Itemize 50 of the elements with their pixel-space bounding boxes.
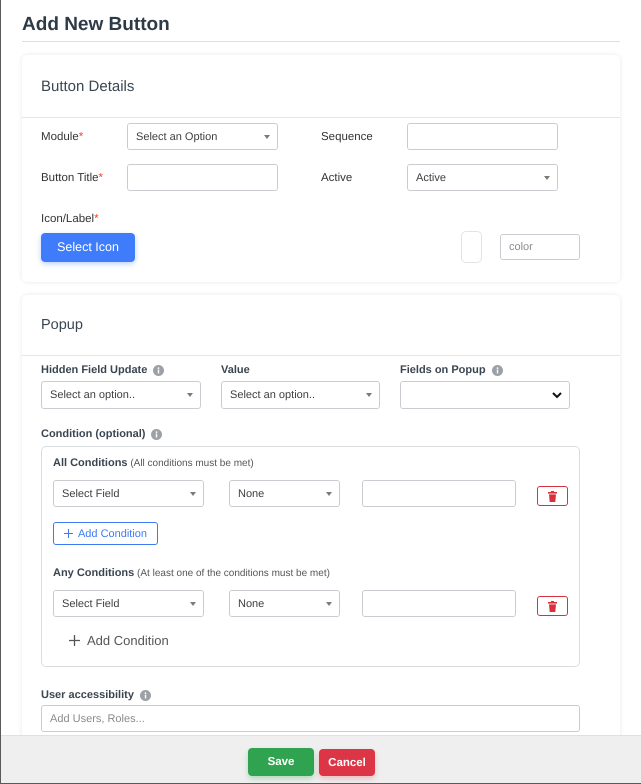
caret-down-icon	[326, 602, 332, 606]
plus-icon	[64, 529, 73, 538]
caret-down-icon	[264, 134, 270, 138]
input-field[interactable]: Add Users, Roles...	[41, 705, 580, 732]
color-input-field[interactable]: color	[500, 234, 580, 260]
cancel-button[interactable]: Cancel	[319, 749, 375, 776]
trash-icon	[548, 490, 557, 502]
caret-down-icon	[190, 602, 196, 606]
field-label: Active	[321, 170, 354, 184]
select-icon-button[interactable]: Select Icon	[41, 232, 135, 262]
card-title: Button Details	[41, 78, 134, 94]
add-condition-button[interactable]: Add Condition	[69, 630, 169, 650]
plus-icon	[69, 634, 80, 646]
select-field[interactable]: Select an option..	[41, 381, 201, 409]
card-title: Popup	[41, 317, 83, 333]
trash-icon	[548, 600, 557, 612]
select-field[interactable]: Select an Option	[127, 123, 278, 150]
input-field[interactable]	[127, 164, 278, 191]
group-heading: Any Conditions (At least one of the conditions must be met)	[53, 566, 331, 581]
caret-down-icon	[187, 393, 193, 397]
group-heading: All Conditions (All conditions must be met)	[53, 456, 255, 471]
select-field[interactable]: Select Field	[53, 590, 204, 617]
delete-button[interactable]	[537, 596, 568, 616]
select-field[interactable]: None	[229, 590, 340, 617]
field-label: Value	[221, 363, 250, 377]
select-field[interactable]	[400, 381, 570, 409]
field-label: Sequence	[321, 130, 374, 144]
field-label: Fields on Popup	[400, 363, 486, 377]
field-label: Button Title*	[41, 170, 104, 184]
add-condition-button[interactable]: Add Condition	[53, 522, 158, 545]
field-label: Icon/Label*	[41, 213, 99, 225]
select-field[interactable]: Active	[407, 164, 558, 191]
caret-down-icon	[190, 492, 196, 496]
select-field[interactable]: Select Field	[53, 480, 204, 507]
field-label: User accessibility	[41, 688, 134, 702]
caret-down-icon	[366, 393, 372, 397]
input-field[interactable]	[362, 590, 516, 617]
dialog-title: Add New Button	[22, 13, 170, 37]
field-label: Condition (optional)	[41, 427, 146, 441]
caret-down-icon	[544, 176, 550, 180]
input-field[interactable]	[362, 480, 516, 507]
delete-button[interactable]	[537, 486, 568, 506]
field-label: Module*	[41, 130, 84, 144]
select-field[interactable]: None	[229, 480, 340, 507]
chevron-down-icon	[552, 392, 562, 398]
select-field[interactable]: Select an option..	[221, 381, 380, 409]
caret-down-icon	[326, 492, 332, 496]
input-field[interactable]	[407, 123, 558, 150]
field-label: Hidden Field Update	[41, 363, 148, 377]
color-swatch-icon[interactable]	[461, 231, 482, 263]
